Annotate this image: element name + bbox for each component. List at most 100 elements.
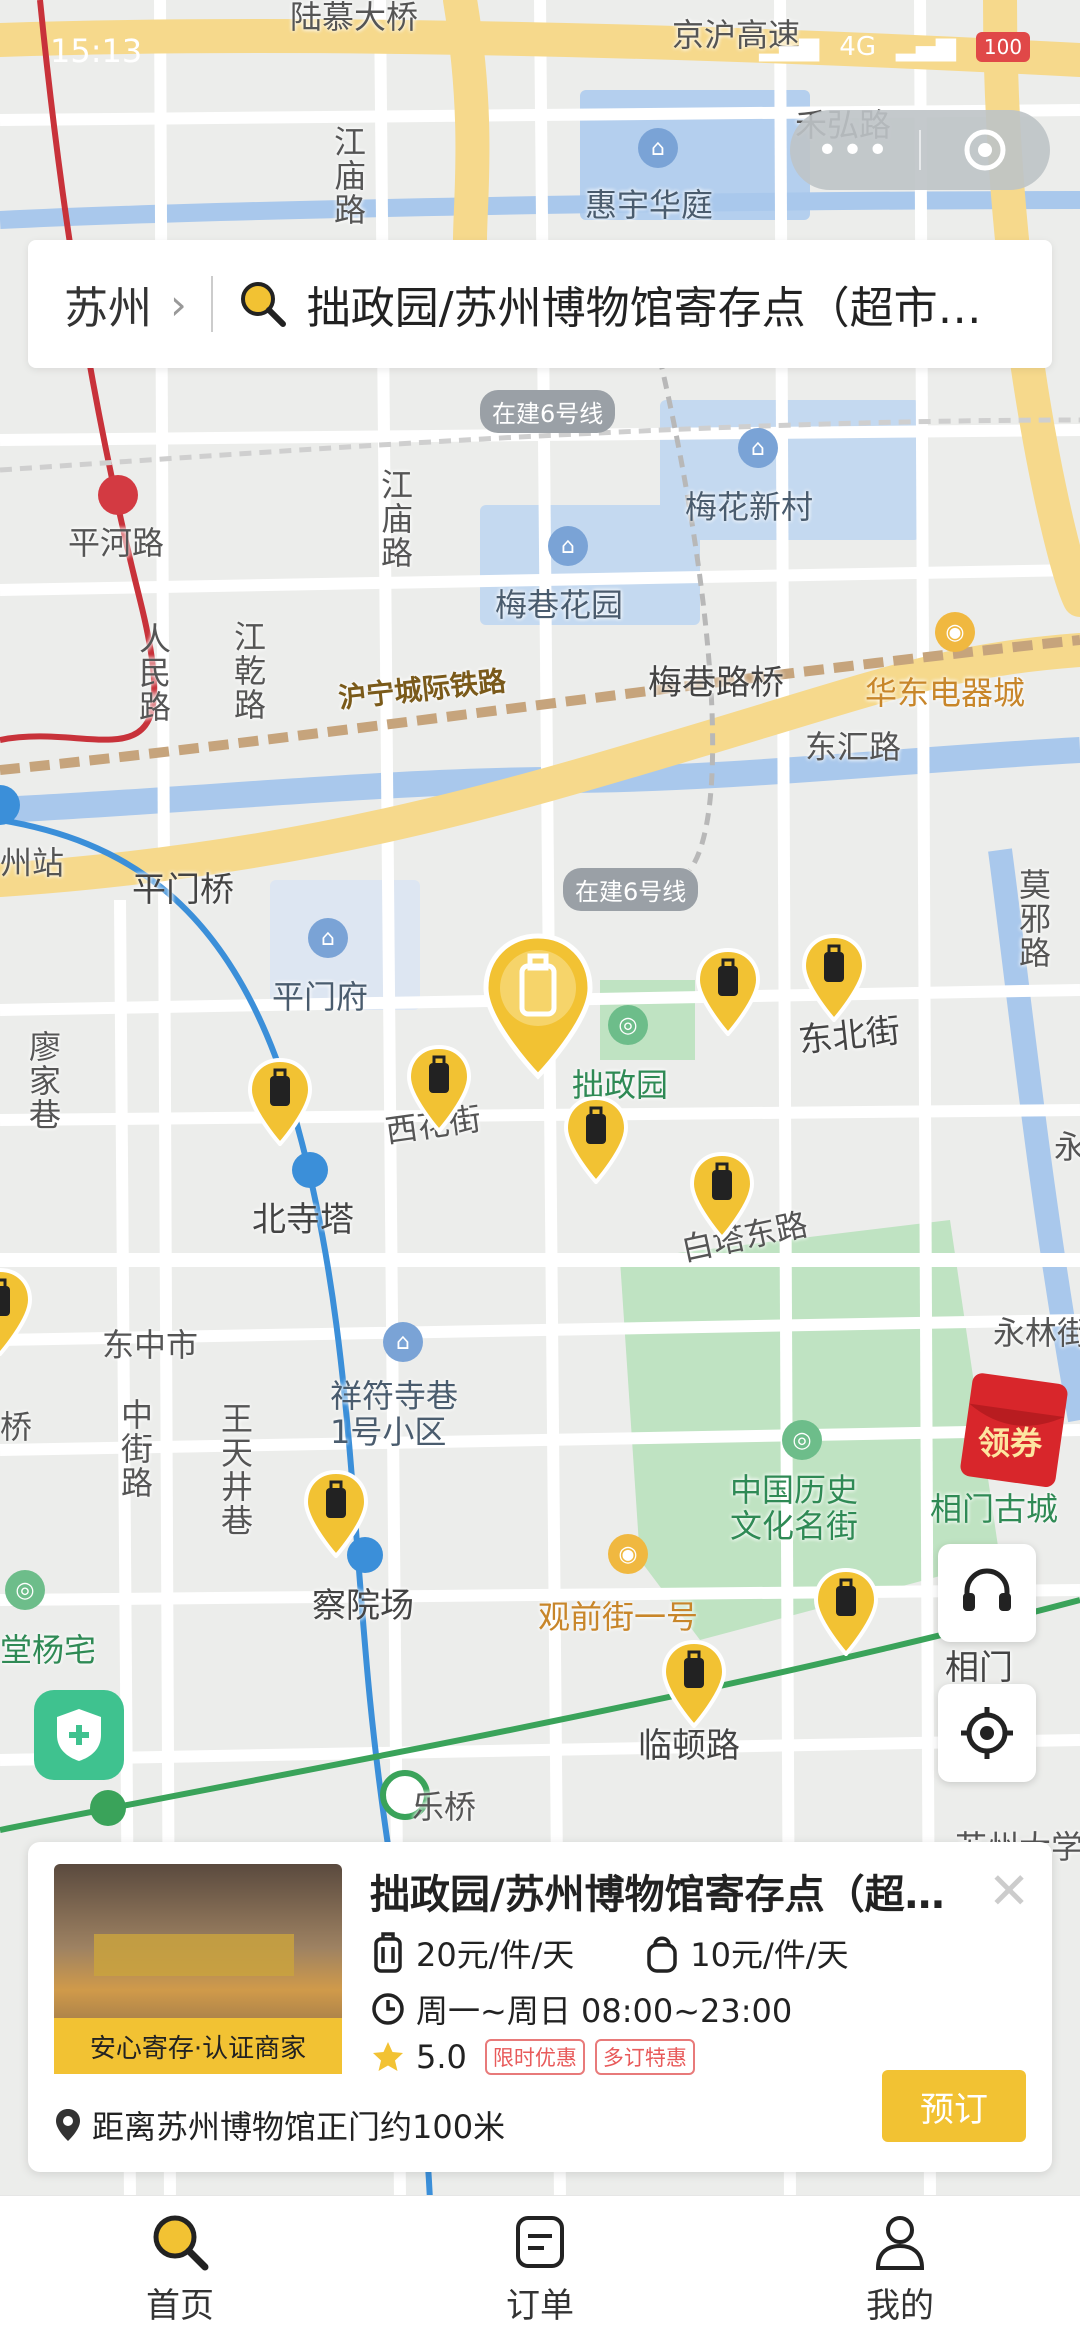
- scenic-poi-icon: ◎: [608, 1005, 648, 1045]
- rating-value: 5.0: [416, 2038, 467, 2076]
- storage-pin-icon[interactable]: [0, 1268, 34, 1356]
- map-label: 华东电器城: [865, 674, 1026, 712]
- headset-icon: [963, 1568, 1011, 1611]
- more-menu-button[interactable]: •••: [790, 130, 919, 171]
- map-label: 堂杨宅: [0, 1631, 97, 1669]
- map-label: 东中市: [102, 1326, 199, 1364]
- divider: [210, 276, 213, 332]
- map-label: 永: [1049, 1130, 1080, 1164]
- map-label: 北寺塔: [252, 1200, 354, 1240]
- small-bag-price: 10元/件/天: [690, 1936, 849, 1974]
- residential-poi-icon: ⌂: [638, 128, 678, 168]
- miniprogram-capsule: •••: [790, 110, 1050, 190]
- map-label: 江庙路: [329, 125, 367, 227]
- coupon-label: 领券: [978, 1424, 1043, 1462]
- residential-poi-icon: ⌂: [738, 428, 778, 468]
- map-label: 平门桥: [132, 870, 234, 910]
- map-label: 中国历史 文化名街: [730, 1471, 859, 1545]
- city-selector[interactable]: 苏州: [64, 272, 152, 336]
- order-icon: [516, 2215, 564, 2268]
- bottom-tab-bar: 首页 订单 我的: [0, 2195, 1080, 2340]
- storage-pin-icon[interactable]: [562, 1096, 630, 1184]
- storage-pin-icon[interactable]: [694, 948, 762, 1036]
- residential-poi-icon: ⌂: [308, 918, 348, 958]
- storage-pin-icon[interactable]: [800, 934, 868, 1022]
- customer-service-button[interactable]: [938, 1544, 1036, 1642]
- opening-hours: 周一~周日 08:00~23:00: [416, 1992, 793, 2030]
- storage-info-card[interactable]: 安心寄存·认证商家 拙政园/苏州博物馆寄存点（超市… ✕ 20元/件/天 10元…: [28, 1842, 1052, 2172]
- user-icon: [875, 2215, 925, 2270]
- map-label: 梅巷花园: [495, 586, 624, 624]
- safety-button[interactable]: [34, 1690, 124, 1780]
- price-row: 20元/件/天 10元/件/天: [370, 1930, 849, 1976]
- search-bar: 苏州 › 拙政园/苏州博物馆寄存点（超市…: [28, 240, 1052, 368]
- large-luggage-icon: [374, 1932, 402, 1973]
- rating-row: 5.0 限时优惠 多订特惠: [370, 2038, 695, 2076]
- map-label: 廖家巷: [24, 1030, 62, 1132]
- distance-text: 距离苏州博物馆正门约100米: [92, 2108, 506, 2146]
- storage-pin-icon[interactable]: [246, 1058, 314, 1146]
- selected-storage-pin-icon[interactable]: [478, 930, 598, 1080]
- map-label: 梅巷路桥: [648, 663, 784, 703]
- coupon-button[interactable]: 领券: [958, 1370, 1068, 1490]
- locate-icon: [961, 1707, 1013, 1759]
- map-label: 永林街: [993, 1314, 1080, 1352]
- residential-poi-icon: ⌂: [383, 1322, 423, 1362]
- promo-tag: 多订特惠: [594, 2039, 695, 2075]
- distance-row: 距离苏州博物馆正门约100米: [54, 2102, 505, 2148]
- status-time: 15:13: [50, 32, 143, 70]
- tab-label: 首页: [146, 2285, 214, 2326]
- map-label: 惠宇华庭: [585, 186, 714, 224]
- status-bar: 15:13 ▂▄▆ 4G ▂▄▆ 100: [0, 20, 1080, 90]
- search-icon: [240, 282, 286, 327]
- status-icons: ▂▄▆ 4G ▂▄▆ 100: [759, 32, 1030, 62]
- residential-poi-icon: ⌂: [548, 526, 588, 566]
- storage-pin-icon[interactable]: [660, 1640, 728, 1728]
- certified-badge: 安心寄存·认证商家: [54, 2018, 342, 2074]
- map-label: 桥: [0, 1408, 33, 1446]
- battery-icon: 100: [976, 32, 1030, 62]
- map-label: 江庙路: [376, 468, 414, 570]
- scenic-poi-icon: ◎: [5, 1570, 45, 1610]
- map-label: 东汇路: [805, 728, 902, 766]
- star-icon: [373, 2042, 403, 2071]
- close-card-button[interactable]: ✕: [988, 1862, 1030, 1920]
- storage-pin-icon[interactable]: [688, 1152, 756, 1240]
- book-button[interactable]: 预订: [882, 2070, 1026, 2142]
- close-miniprogram-button[interactable]: [921, 127, 1050, 173]
- map-label: 观前街一号: [538, 1598, 699, 1636]
- map-label: 相门古城: [930, 1490, 1059, 1528]
- map-label: 中街路: [116, 1398, 154, 1500]
- map-label: 人民路: [134, 622, 172, 724]
- tab-label: 我的: [866, 2285, 934, 2326]
- storage-pin-icon[interactable]: [812, 1568, 880, 1656]
- map-label: 祥符寺巷 1号小区: [330, 1377, 459, 1451]
- large-luggage-price: 20元/件/天: [416, 1936, 575, 1974]
- map-label: 江乾路: [229, 620, 267, 722]
- map-label: 梅花新村: [685, 488, 814, 526]
- map-label: 州站: [0, 844, 65, 882]
- location-pin-icon: [56, 2109, 80, 2141]
- target-circle-icon: [964, 129, 1006, 171]
- chevron-right-icon[interactable]: ›: [170, 280, 187, 329]
- tab-home[interactable]: 首页: [0, 2196, 360, 2340]
- map-label: 在建6号线: [480, 390, 616, 433]
- map-label: 在建6号线: [563, 868, 699, 911]
- promo-tag: 限时优惠: [484, 2039, 585, 2075]
- map-label: 莫邪路: [1014, 868, 1052, 970]
- hours-row: 周一~周日 08:00~23:00: [370, 1986, 792, 2032]
- scenic-poi-icon: ◎: [782, 1420, 822, 1460]
- locate-me-button[interactable]: [938, 1684, 1036, 1782]
- signal-icon: ▂▄▆: [896, 32, 956, 62]
- shield-icon: [57, 1709, 101, 1761]
- search-input[interactable]: 拙政园/苏州博物馆寄存点（超市…: [307, 272, 1007, 336]
- map-label: 相门: [945, 1648, 1013, 1688]
- tab-profile[interactable]: 我的: [720, 2196, 1080, 2340]
- storage-pin-icon[interactable]: [302, 1470, 370, 1558]
- tab-orders[interactable]: 订单: [360, 2196, 720, 2340]
- small-bag-icon: [647, 1936, 678, 1973]
- map-label: 平门府: [272, 978, 369, 1016]
- storage-pin-icon[interactable]: [405, 1045, 473, 1133]
- map-label: 平河路: [68, 524, 165, 562]
- tab-label: 订单: [506, 2285, 574, 2326]
